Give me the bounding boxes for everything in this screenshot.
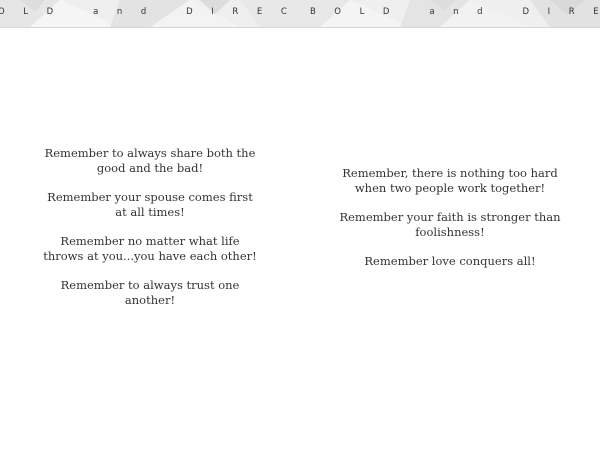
reminder-line: Remember to always share both the [44,146,256,160]
left-page-header: OLD and DIRECT [0,0,300,28]
book-spread: OLD and DIRECT Remember to always share … [0,0,600,450]
reminder-block: Remember your spouse comes first at all … [0,190,300,220]
left-header-title: OLD and DIRECT [0,7,300,17]
left-page: OLD and DIRECT Remember to always share … [0,0,300,450]
reminder-line: Remember no matter what life [60,234,240,248]
reminder-line: Remember your faith is stronger than [339,210,561,224]
reminder-line: throws at you...you have each other! [43,249,257,263]
reminder-line: when two people work together! [354,181,546,195]
reminder-line: foolishness! [415,225,485,239]
left-page-body: Remember to always share both the good a… [0,146,300,322]
reminder-line: at all times! [115,205,185,219]
right-page-header: BOLD and DIREC [300,0,600,28]
reminder-line: good and the bad! [96,161,204,175]
right-page: BOLD and DIREC Remember, there is nothin… [300,0,600,450]
reminder-line: Remember love conquers all! [364,254,536,268]
reminder-block: Remember to always trust one another! [0,278,300,308]
reminder-line: Remember, there is nothing too hard [342,166,558,180]
right-header-title: BOLD and DIREC [310,7,600,17]
reminder-line: another! [124,293,176,307]
reminder-line: Remember your spouse comes first [47,190,253,204]
reminder-block: Remember, there is nothing too hard when… [300,166,600,196]
reminder-block: Remember no matter what life throws at y… [0,234,300,264]
reminder-block: Remember love conquers all! [300,254,600,269]
reminder-line: Remember to always trust one [60,278,240,292]
right-page-body: Remember, there is nothing too hard when… [300,166,600,283]
reminder-block: Remember to always share both the good a… [0,146,300,176]
reminder-block: Remember your faith is stronger than foo… [300,210,600,240]
